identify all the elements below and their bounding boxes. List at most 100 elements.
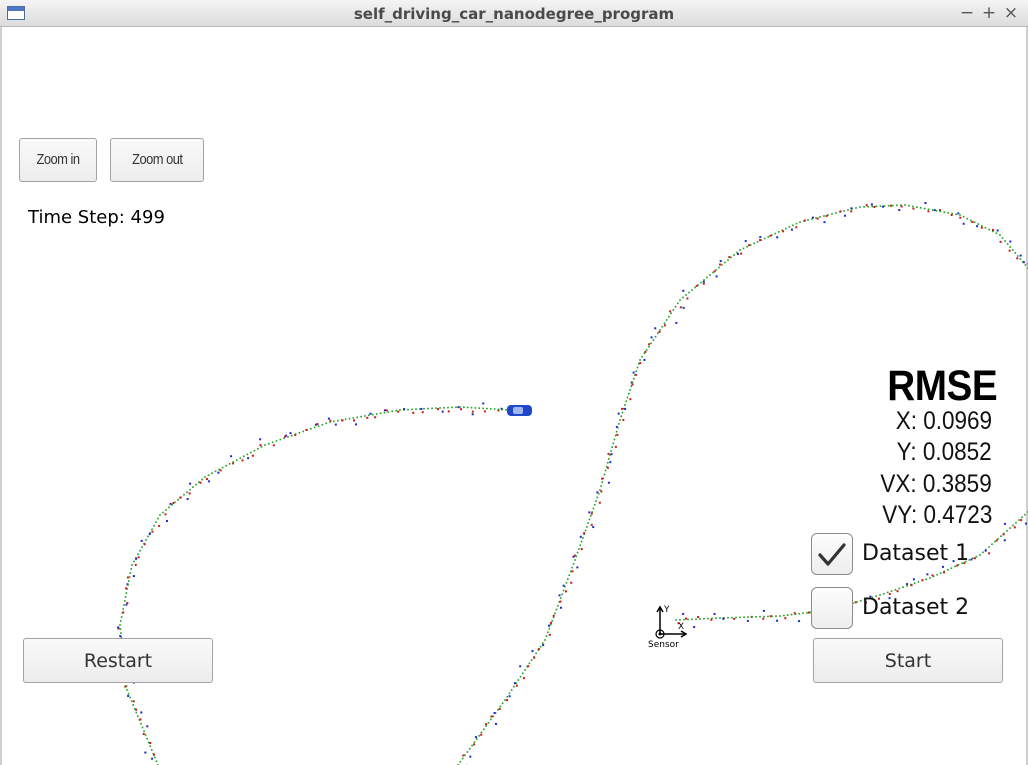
estimate-point (131, 564, 133, 566)
estimate-point (478, 734, 480, 737)
estimate-point (492, 715, 495, 718)
rmse-x-value: X: 0.0969 (895, 407, 992, 435)
radar-measurement (624, 407, 627, 410)
radar-measurement (559, 606, 562, 609)
window-title: self_driving_car_nanodegree_program (353, 5, 675, 23)
estimate-point (360, 415, 362, 418)
radar-measurement (562, 584, 565, 587)
estimate-point (487, 721, 490, 724)
lidar-measurement (353, 419, 356, 422)
lidar-measurement (728, 256, 731, 259)
lidar-measurement (316, 423, 319, 426)
estimate-point (856, 601, 858, 603)
estimate-point (586, 526, 588, 528)
lidar-measurement (816, 217, 819, 220)
estimate-point (519, 675, 522, 678)
estimate-point (697, 284, 699, 286)
estimate-point (950, 567, 953, 569)
radar-measurement (850, 207, 853, 210)
estimate-point (709, 274, 711, 276)
estimate-point (395, 409, 397, 412)
estimate-point (569, 570, 572, 573)
radar-measurement (933, 209, 936, 212)
maximize-icon[interactable]: + (978, 2, 1000, 24)
dataset-2-checkbox[interactable] (811, 587, 853, 629)
lidar-measurement (294, 434, 297, 437)
estimate-point (959, 214, 961, 216)
lidar-measurement (571, 570, 574, 573)
close-icon[interactable]: × (1000, 2, 1022, 24)
radar-measurement (906, 583, 909, 586)
radar-measurement (1022, 261, 1025, 264)
lidar-measurement (284, 435, 287, 438)
dataset-1-label[interactable]: Dataset 1 (862, 541, 969, 566)
estimate-point (497, 408, 500, 411)
estimate-point (582, 537, 584, 539)
estimate-point (471, 744, 473, 747)
estimate-point (715, 269, 717, 271)
radar-measurement (736, 252, 739, 255)
zoom-out-button[interactable]: Zoom out (110, 138, 204, 182)
lidar-measurement (1002, 533, 1005, 536)
estimate-point (155, 760, 158, 763)
estimate-point (1018, 519, 1020, 521)
window-titlebar[interactable]: self_driving_car_nanodegree_program − + … (0, 0, 1028, 27)
radar-measurement (576, 566, 579, 569)
radar-measurement (607, 481, 610, 484)
lidar-measurement (980, 226, 983, 229)
estimate-point (375, 413, 378, 415)
estimate-point (629, 389, 631, 391)
estimate-point (778, 231, 780, 233)
radar-measurement (482, 402, 485, 405)
start-button[interactable]: Start (813, 638, 1003, 683)
estimate-point (459, 406, 461, 408)
estimate-point (855, 207, 857, 209)
lidar-measurement (533, 656, 536, 659)
estimate-point (501, 702, 504, 705)
estimate-point (615, 430, 618, 433)
lidar-measurement (548, 633, 551, 636)
estimate-point (746, 245, 748, 248)
minimize-icon[interactable]: − (956, 2, 978, 24)
estimate-point (703, 617, 705, 620)
radar-measurement (610, 453, 613, 456)
estimate-point (819, 216, 821, 218)
estimate-point (775, 615, 777, 617)
radar-measurement (186, 498, 189, 501)
estimate-point (747, 616, 749, 618)
estimate-point (423, 408, 425, 410)
lidar-measurement (179, 496, 182, 499)
estimate-point (128, 576, 131, 578)
estimate-point (135, 711, 138, 714)
radar-measurement (289, 432, 292, 435)
lidar-measurement (631, 383, 634, 386)
lidar-measurement (515, 684, 518, 687)
dataset-2-label[interactable]: Dataset 2 (862, 595, 969, 620)
estimate-point (943, 211, 946, 213)
estimate-point (464, 754, 466, 757)
restart-button[interactable]: Restart (23, 638, 213, 683)
lidar-measurement (219, 469, 222, 472)
estimate-point (541, 642, 544, 645)
lidar-measurement (341, 419, 344, 422)
estimate-point (843, 210, 845, 212)
estimate-point (936, 573, 938, 576)
estimate-point (981, 225, 983, 227)
radar-measurement (403, 408, 406, 411)
dataset-1-checkbox[interactable] (811, 533, 853, 575)
estimate-point (415, 408, 417, 410)
radar-measurement (654, 327, 657, 330)
estimate-point (379, 412, 382, 415)
radar-measurement (924, 202, 927, 205)
estimate-point (1009, 246, 1011, 248)
zoom-in-button[interactable]: Zoom in (19, 138, 97, 182)
lidar-measurement (669, 310, 672, 313)
lidar-measurement (769, 615, 772, 618)
radar-measurement (165, 520, 168, 523)
estimate-point (927, 208, 930, 211)
estimate-point (823, 215, 825, 217)
radar-measurement (119, 635, 122, 638)
estimate-point (676, 302, 679, 305)
radar-measurement (572, 555, 575, 558)
estimate-point (130, 700, 133, 703)
